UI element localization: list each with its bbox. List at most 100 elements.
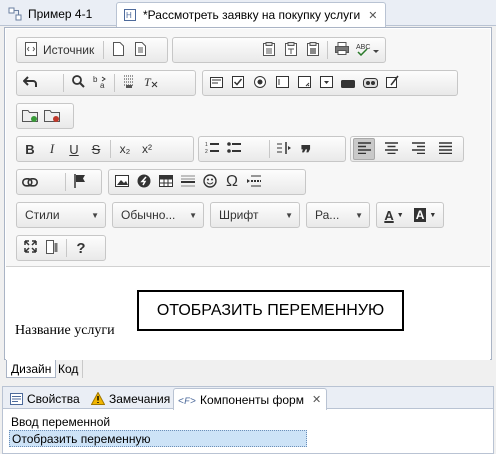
table-icon: [159, 174, 173, 190]
select-icon: [319, 75, 333, 91]
tab-remarks[interactable]: Замечания: [87, 388, 174, 409]
source-label: Источник: [43, 43, 95, 57]
bullet-list-button[interactable]: [223, 138, 245, 160]
align-right-button[interactable]: [407, 138, 429, 160]
document-group: Источник: [16, 37, 168, 63]
undo-button[interactable]: [19, 72, 41, 94]
flash-button[interactable]: [133, 171, 155, 193]
toolbar-separator: [65, 173, 66, 191]
justify-button[interactable]: [434, 138, 456, 160]
tab-label: Замечания: [109, 391, 171, 406]
display-variable-field[interactable]: ОТОБРАЗИТЬ ПЕРЕМЕННУЮ: [137, 290, 404, 331]
new-page-button[interactable]: [107, 39, 129, 61]
horizontal-rule-button[interactable]: [177, 171, 199, 193]
source-button[interactable]: Источник: [19, 39, 100, 61]
toolbar-separator: [269, 140, 270, 158]
tab-form-components[interactable]: <F> Компоненты форм ✕: [173, 388, 327, 410]
anchor-button[interactable]: [69, 171, 91, 193]
styles-dropdown[interactable]: Стили ▼: [16, 202, 106, 228]
maximize-button[interactable]: [19, 237, 41, 259]
image-button-icon: [362, 76, 378, 91]
font-size-dropdown[interactable]: Ра... ▼: [306, 202, 370, 228]
indent-button[interactable]: [273, 138, 295, 160]
radio-button[interactable]: [249, 72, 271, 94]
colors-group: A ▼ A ▼: [376, 202, 444, 228]
list-item[interactable]: Отобразить переменную: [9, 430, 307, 447]
underline-button[interactable]: U: [63, 138, 85, 160]
remove-format-icon: T: [144, 75, 158, 91]
format-dropdown[interactable]: Обычно... ▼: [112, 202, 204, 228]
flag-icon: [74, 173, 86, 191]
editor-content[interactable]: Название услуги ОТОБРАЗИТЬ ПЕРЕМЕННУЮ: [6, 268, 490, 360]
panel-tab-bar: Свойства Замечания <F> Компоненты форм ✕: [3, 387, 493, 410]
bg-color-button[interactable]: A ▼: [409, 204, 441, 226]
select-button[interactable]: [315, 72, 337, 94]
link-button[interactable]: [19, 171, 41, 193]
textfield-button[interactable]: [271, 72, 293, 94]
close-icon[interactable]: ✕: [312, 393, 321, 406]
strike-button[interactable]: S: [85, 138, 107, 160]
smiley-button[interactable]: [199, 171, 221, 193]
chevron-down-icon: ▼: [355, 210, 363, 220]
superscript-button[interactable]: x²: [136, 138, 158, 160]
process-var-group: [16, 103, 74, 129]
hidden-field-button[interactable]: [381, 72, 403, 94]
checkbox-button[interactable]: [227, 72, 249, 94]
align-center-button[interactable]: [380, 138, 402, 160]
form-icon: [209, 76, 223, 91]
find-button[interactable]: [67, 72, 89, 94]
print-button[interactable]: [331, 39, 353, 61]
insert-variable-button[interactable]: [19, 105, 41, 127]
numbered-list-button[interactable]: 12: [201, 138, 223, 160]
list-item[interactable]: Ввод переменной: [9, 413, 487, 430]
tab-properties[interactable]: Свойства: [5, 388, 84, 409]
blockquote-button[interactable]: ❞: [295, 138, 317, 165]
tab-label: Свойства: [27, 391, 80, 406]
forms-group: [202, 70, 458, 96]
subscript-button[interactable]: x₂: [114, 138, 136, 160]
clipboard-icon: [263, 41, 275, 59]
maximize-icon: [23, 240, 37, 256]
preview-button[interactable]: [129, 39, 151, 61]
paste-text-button[interactable]: [280, 39, 302, 61]
show-blocks-button[interactable]: [41, 237, 63, 259]
form-button[interactable]: [205, 72, 227, 94]
search-icon: [71, 75, 85, 91]
table-button[interactable]: [155, 171, 177, 193]
toolbar-separator: [110, 140, 111, 158]
tab-code[interactable]: Код: [54, 360, 84, 378]
italic-button[interactable]: I: [41, 138, 63, 160]
tab-review-request[interactable]: H *Рассмотреть заявку на покупку услуги …: [116, 2, 386, 27]
help-button[interactable]: ?: [70, 237, 92, 259]
remove-format-button[interactable]: T: [140, 72, 162, 94]
image-button-insert-button[interactable]: [359, 72, 381, 94]
image-button[interactable]: [111, 171, 133, 193]
service-name-label: Название услуги: [15, 323, 115, 338]
image-icon: [115, 174, 129, 190]
button-insert-button[interactable]: [337, 72, 359, 94]
editor-tab-bar: Пример 4-1 H *Рассмотреть заявку на поку…: [0, 0, 496, 27]
align-left-button[interactable]: [353, 138, 375, 160]
bg-color-glyph: A: [413, 208, 427, 222]
tab-design[interactable]: Дизайн: [6, 360, 57, 378]
chevron-down-icon: ▼: [91, 210, 99, 220]
close-icon[interactable]: ✕: [368, 9, 377, 22]
bold-button[interactable]: B: [19, 138, 41, 160]
spellcheck-button[interactable]: ABC: [353, 39, 383, 61]
replace-button[interactable]: ba: [89, 72, 111, 94]
remove-variable-icon: [44, 108, 60, 125]
select-all-button[interactable]: [118, 72, 140, 94]
tab-example-4-1[interactable]: Пример 4-1: [2, 2, 114, 26]
textarea-button[interactable]: [293, 72, 315, 94]
format-label: Обычно...: [121, 208, 176, 222]
font-dropdown[interactable]: Шрифт ▼: [210, 202, 300, 228]
remove-variable-button[interactable]: [41, 105, 63, 127]
paste-button[interactable]: [258, 39, 280, 61]
radio-icon: [254, 75, 266, 91]
page-break-button[interactable]: [243, 171, 265, 193]
basic-styles-group: B I U S x₂ x²: [16, 136, 194, 162]
paste-word-button[interactable]: [302, 39, 324, 61]
add-variable-icon: [22, 108, 38, 125]
text-color-button[interactable]: A ▼: [379, 204, 409, 226]
special-char-button[interactable]: Ω: [221, 171, 243, 193]
